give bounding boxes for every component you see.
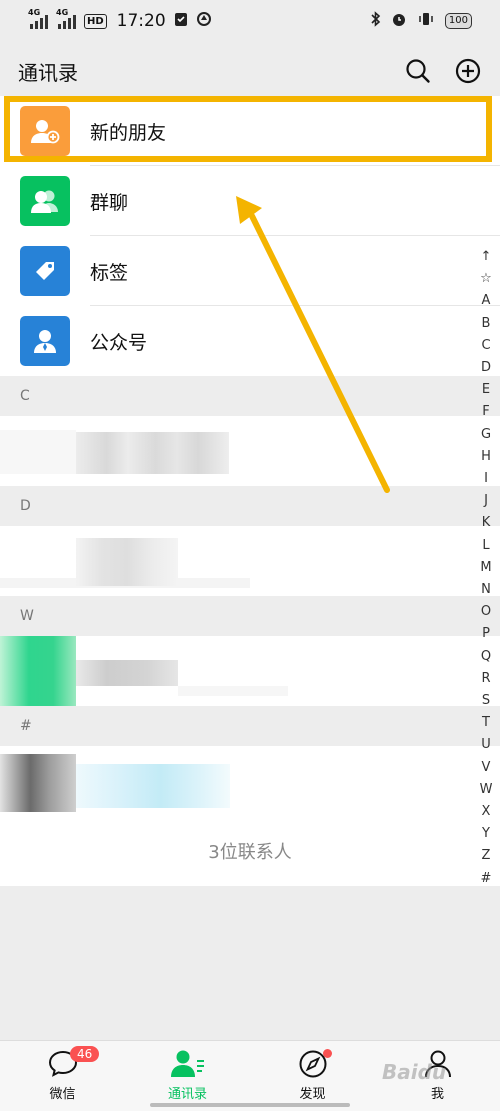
contact-count: 3位联系人	[0, 816, 500, 886]
index-letter[interactable]: C	[481, 335, 490, 357]
menu-item-group-chats[interactable]: 群聊	[0, 166, 500, 236]
home-indicator[interactable]	[150, 1103, 350, 1107]
page-title: 通讯录	[18, 60, 78, 85]
index-letter[interactable]: B	[482, 313, 491, 335]
clipboard-icon	[174, 11, 188, 32]
index-letter[interactable]: R	[481, 668, 490, 690]
plus-circle-icon	[455, 58, 481, 84]
signal-icon: 4G	[28, 8, 48, 29]
index-letter[interactable]: W	[480, 779, 493, 801]
index-letter[interactable]: G	[481, 424, 491, 446]
index-letter[interactable]: Z	[482, 845, 491, 867]
contact-row[interactable]	[0, 636, 500, 706]
battery-icon: 100	[444, 13, 472, 29]
index-letter[interactable]: Y	[482, 823, 490, 845]
index-letter[interactable]: N	[481, 579, 491, 601]
tab-label: 通讯录	[167, 1087, 207, 1102]
unread-badge: 46	[70, 1046, 100, 1062]
menu-item-label: 群聊	[90, 191, 129, 214]
index-letter[interactable]: M	[480, 557, 491, 579]
alphabet-index[interactable]: ↑ ☆ A B C D E F G H I J K L M N O P Q R S T U V W X Y Z #	[478, 246, 494, 890]
search-button[interactable]	[404, 57, 432, 85]
group-icon	[20, 176, 70, 226]
index-letter[interactable]: K	[482, 512, 491, 534]
index-letter[interactable]: V	[482, 757, 491, 779]
add-friend-icon	[20, 106, 70, 156]
menu-item-new-friends[interactable]: 新的朋友	[0, 96, 500, 166]
index-letter[interactable]: Q	[481, 646, 491, 668]
official-account-icon	[20, 316, 70, 366]
bluetooth-icon	[371, 11, 381, 31]
menu-item-label: 标签	[90, 261, 129, 284]
tab-discover[interactable]: 发现	[250, 1041, 375, 1111]
index-letter[interactable]: T	[482, 712, 490, 734]
section-header-d: D	[0, 486, 500, 526]
contact-row[interactable]	[0, 526, 500, 596]
index-letter[interactable]: D	[481, 357, 491, 379]
tab-label: 我	[430, 1087, 444, 1102]
network-type: 4G	[56, 8, 69, 17]
index-letter[interactable]: #	[481, 868, 492, 890]
watermark: Baidu	[382, 1060, 447, 1084]
index-letter[interactable]: X	[482, 801, 491, 823]
tag-icon	[20, 246, 70, 296]
section-header-c: C	[0, 376, 500, 416]
tab-label: 发现	[299, 1087, 326, 1102]
sync-icon	[196, 11, 212, 32]
index-letter[interactable]: ☆	[480, 268, 492, 290]
section-header-w: W	[0, 596, 500, 636]
section-header-hash: #	[0, 706, 500, 746]
status-time: 17:20	[116, 11, 166, 31]
contacts-icon	[170, 1050, 204, 1077]
menu-item-label: 公众号	[90, 331, 148, 354]
index-letter[interactable]: E	[482, 379, 490, 401]
network-type: 4G	[28, 8, 41, 17]
top-bar: 通讯录	[0, 42, 500, 100]
vibrate-icon	[417, 11, 435, 31]
index-letter[interactable]: I	[484, 468, 488, 490]
index-letter[interactable]: S	[482, 690, 490, 712]
contact-row[interactable]	[0, 416, 500, 486]
index-letter[interactable]: J	[484, 490, 488, 512]
index-letter[interactable]: ↑	[481, 246, 492, 268]
index-letter[interactable]: P	[482, 623, 490, 645]
menu-item-tags[interactable]: 标签	[0, 236, 500, 306]
signal-icon: 4G	[56, 8, 76, 29]
menu-item-label: 新的朋友	[90, 121, 167, 144]
contact-row[interactable]	[0, 746, 500, 816]
index-letter[interactable]: O	[481, 601, 491, 623]
hd-icon: HD	[84, 13, 107, 29]
contacts-menu: 新的朋友 群聊 标签 公众号	[0, 96, 500, 376]
index-letter[interactable]: U	[481, 734, 491, 756]
alarm-icon	[391, 11, 407, 31]
index-letter[interactable]: H	[481, 446, 491, 468]
menu-item-official-accounts[interactable]: 公众号	[0, 306, 500, 376]
tab-contacts[interactable]: 通讯录	[125, 1041, 250, 1111]
index-letter[interactable]: L	[482, 535, 489, 557]
add-button[interactable]	[454, 57, 482, 85]
tab-chats[interactable]: 46 微信	[0, 1041, 125, 1111]
tab-label: 微信	[49, 1087, 76, 1102]
index-letter[interactable]: F	[482, 401, 489, 423]
search-icon	[406, 59, 430, 83]
new-dot	[323, 1049, 332, 1058]
index-letter[interactable]: A	[482, 290, 491, 312]
status-bar: 4G 4G HD 17:20 100	[0, 0, 500, 42]
